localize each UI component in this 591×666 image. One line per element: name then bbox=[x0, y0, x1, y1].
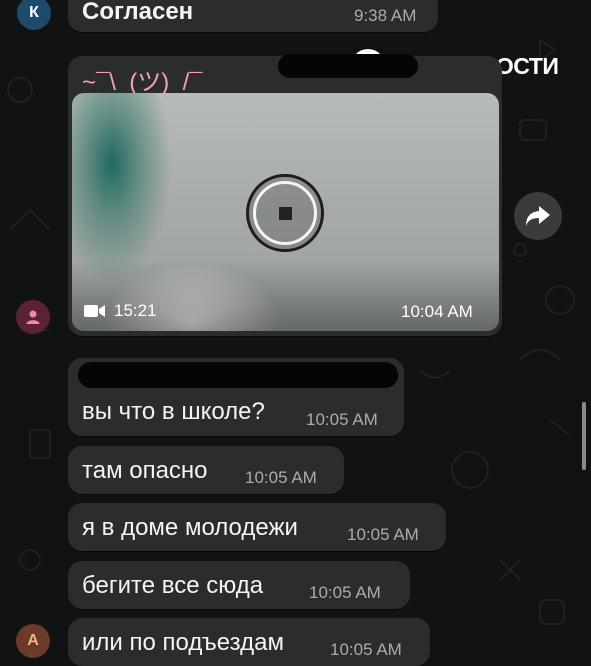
message-text: там опасно bbox=[82, 457, 208, 484]
stop-icon bbox=[279, 207, 292, 220]
message-time: 10:05 AM bbox=[245, 468, 317, 487]
avatar-letter: А bbox=[27, 632, 39, 649]
video-camera-icon bbox=[84, 305, 105, 317]
message-bubble[interactable]: я в доме молодежи 10:05 AM bbox=[68, 503, 446, 551]
video-time: 10:04 AM bbox=[401, 302, 473, 321]
message-bubble[interactable]: там опасно 10:05 AM bbox=[68, 446, 344, 494]
redacted-name bbox=[278, 54, 418, 78]
sender-avatar[interactable] bbox=[16, 300, 50, 334]
message-text: Согласен bbox=[82, 0, 194, 25]
message-bubble[interactable]: бегите все сюда 10:05 AM bbox=[68, 561, 410, 609]
forward-button[interactable] bbox=[514, 192, 562, 240]
video-message-bubble[interactable]: ~¯\_(ツ)_/¯ 15:21 10:04 AM bbox=[68, 54, 502, 336]
video-duration-text: 15:21 bbox=[114, 301, 157, 320]
message-bubble[interactable]: Согласен 9:38 AM bbox=[68, 0, 438, 32]
video-preview[interactable]: 15:21 10:04 AM bbox=[72, 93, 499, 331]
message-text: вы что в школе? bbox=[82, 398, 265, 425]
message-bubble[interactable]: или по подъездам 10:05 AM bbox=[68, 618, 430, 666]
message-time: 10:05 AM bbox=[347, 525, 419, 544]
message-time: 9:38 AM bbox=[354, 6, 417, 25]
person-icon bbox=[26, 310, 40, 324]
avatar-letter: К bbox=[29, 4, 39, 21]
avatar[interactable]: А bbox=[16, 624, 50, 658]
video-duration: 15:21 bbox=[84, 301, 157, 321]
message-text: я в доме молодежи bbox=[82, 514, 298, 541]
message-bubble[interactable]: вы что в школе? 10:05 AM bbox=[68, 358, 404, 436]
message-time: 10:05 AM bbox=[330, 640, 402, 659]
scrollbar[interactable] bbox=[582, 402, 586, 470]
redacted-name bbox=[78, 362, 398, 388]
forward-icon bbox=[526, 206, 550, 226]
video-caption: ~¯\_(ツ)_/¯ bbox=[82, 69, 203, 96]
message-text: или по подъездам bbox=[82, 629, 284, 656]
message-time: 10:05 AM bbox=[306, 410, 378, 429]
message-text: бегите все сюда bbox=[82, 572, 264, 599]
message-time: 10:05 AM bbox=[309, 583, 381, 602]
stop-button[interactable] bbox=[246, 174, 324, 252]
